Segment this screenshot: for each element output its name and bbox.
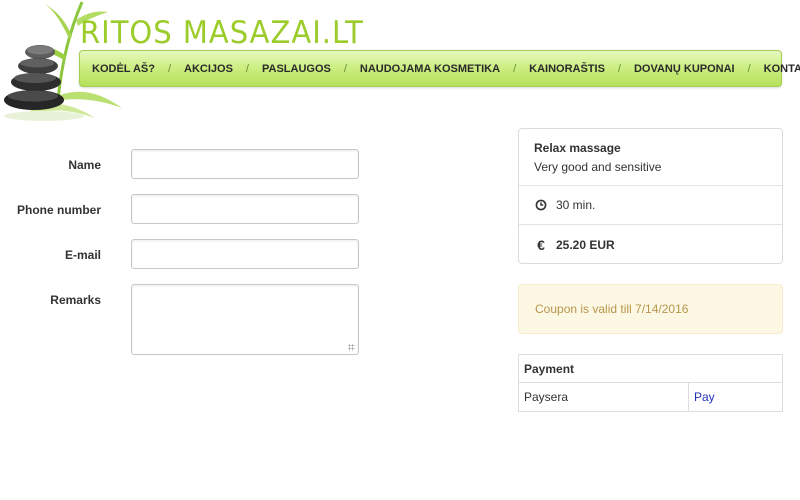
phone-input[interactable] [131, 194, 359, 224]
pay-link[interactable]: Pay [694, 390, 715, 404]
service-duration-row: 30 min. [519, 186, 782, 225]
payment-method: Paysera [524, 390, 569, 404]
remarks-textarea[interactable] [131, 284, 359, 355]
nav-item-gift-coupons[interactable]: DOVANŲ KUPONAI [634, 63, 735, 75]
nav-item-cosmetics[interactable]: NAUDOJAMA KOSMETIKA [360, 63, 500, 75]
service-price: 25.20 EUR [556, 237, 615, 252]
table-row: Paysera Pay [519, 382, 783, 412]
nav-separator: / [167, 62, 172, 75]
payment-header: Payment [518, 354, 783, 383]
service-price-row: € 25.20 EUR [519, 225, 782, 264]
service-description: Very good and sensitive [534, 160, 662, 174]
main-nav: KODĖL AŠ? / AKCIJOS / PASLAUGOS / NAUDOJ… [79, 50, 800, 87]
service-card: Relax massage Very good and sensitive 30… [518, 128, 783, 264]
nav-separator: / [617, 62, 621, 75]
nav-item-services[interactable]: PASLAUGOS [262, 63, 331, 75]
email-input[interactable] [131, 239, 359, 269]
service-duration: 30 min. [556, 198, 596, 212]
coupon-validity-alert: Coupon is valid till 7/14/2016 [518, 284, 783, 334]
nav-item-contacts[interactable]: KONTAKTAI [764, 63, 800, 75]
nav-item-price-list[interactable]: KAINORAŠTIS [529, 63, 605, 75]
email-label: E-mail [64, 248, 101, 262]
nav-separator: / [747, 62, 751, 75]
payment-table: Payment Paysera Pay [518, 354, 783, 412]
site-brand-logo-text[interactable]: RITOS MASAZAI.LT [80, 14, 364, 51]
service-card-header: Relax massage Very good and sensitive [519, 129, 782, 186]
nav-item-promotions[interactable]: AKCIJOS [184, 63, 233, 75]
phone-label: Phone number [16, 203, 101, 217]
nav-separator: / [245, 62, 249, 75]
euro-icon: € [537, 236, 545, 253]
name-label: Name [68, 158, 101, 172]
remarks-label: Remarks [50, 293, 101, 307]
clock-icon [534, 199, 548, 211]
nav-separator: / [343, 62, 347, 75]
service-title: Relax massage [534, 141, 621, 155]
nav-item-why-me[interactable]: KODĖL AŠ? [92, 63, 155, 75]
resize-grip-icon[interactable] [348, 344, 355, 351]
nav-separator: / [513, 62, 517, 75]
name-input[interactable] [131, 149, 359, 179]
